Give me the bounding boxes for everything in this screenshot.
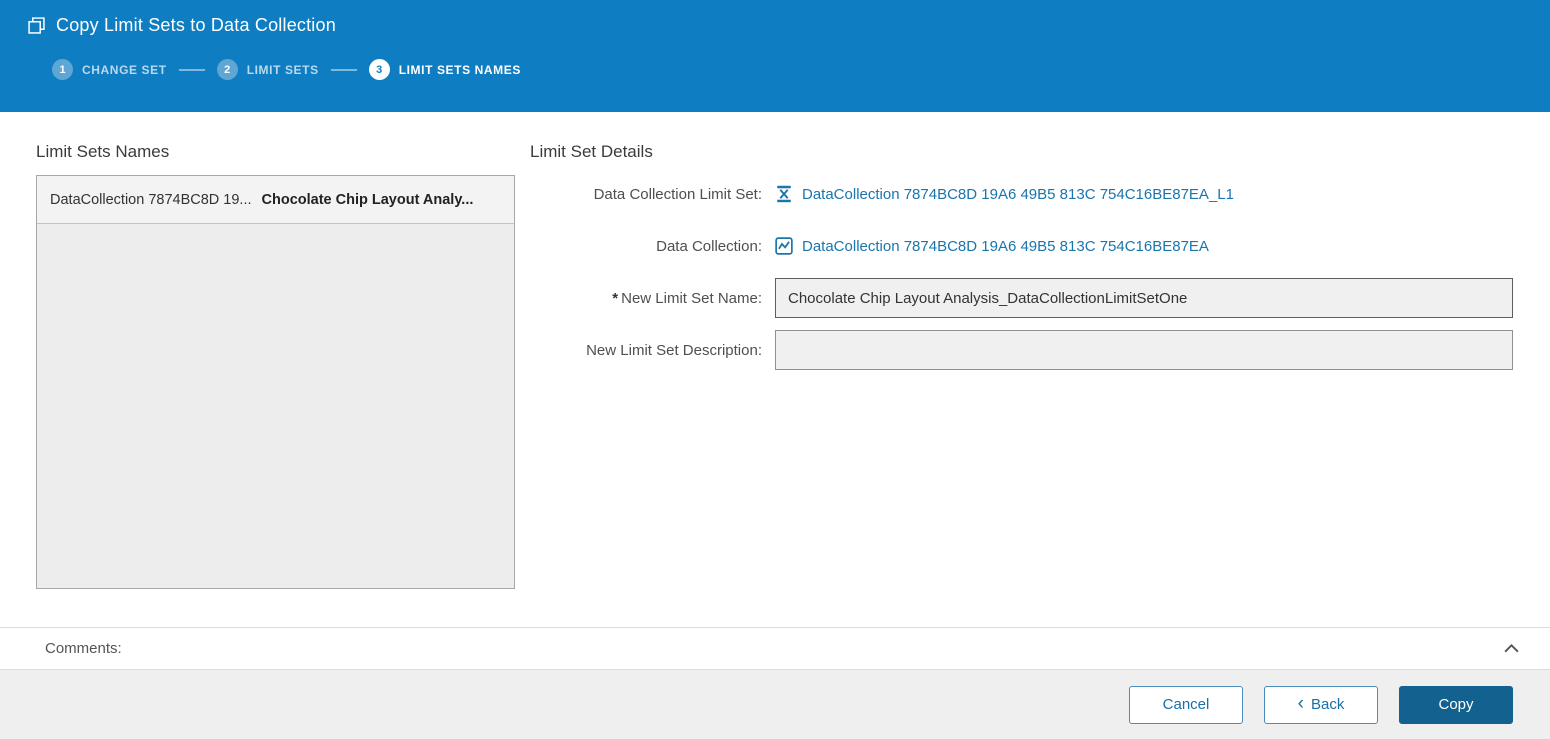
wizard-step-limit-sets[interactable]: 2 LIMIT SETS	[217, 59, 319, 80]
data-collection-icon	[775, 237, 793, 255]
step-3-circle: 3	[369, 59, 390, 80]
data-collection-limit-set-value: DataCollection 7874BC8D 19A6 49B5 813C 7…	[775, 185, 1513, 203]
data-collection-label: Data Collection:	[530, 238, 775, 255]
cancel-button-label: Cancel	[1163, 696, 1210, 713]
new-limit-set-name-label-text: New Limit Set Name:	[621, 290, 762, 307]
data-collection-limit-set-row: Data Collection Limit Set: DataCollectio…	[530, 168, 1513, 220]
dialog-footer: Cancel ‹ Back Copy	[0, 670, 1550, 739]
limit-set-details-form: Data Collection Limit Set: DataCollectio…	[530, 168, 1513, 376]
step-1-circle: 1	[52, 59, 73, 80]
limit-sets-names-panel: Limit Sets Names DataCollection 7874BC8D…	[36, 142, 515, 589]
step-connector	[179, 69, 205, 71]
data-collection-link[interactable]: DataCollection 7874BC8D 19A6 49B5 813C 7…	[802, 238, 1209, 255]
copy-button-label: Copy	[1438, 696, 1473, 713]
new-limit-set-description-row: New Limit Set Description:	[530, 324, 1513, 376]
limit-set-icon	[775, 185, 793, 203]
new-limit-set-name-input[interactable]	[775, 278, 1513, 318]
dialog-header: Copy Limit Sets to Data Collection 1 CHA…	[0, 0, 1550, 112]
list-item-limit-set: Chocolate Chip Layout Analy...	[262, 192, 474, 208]
wizard-steps: 1 CHANGE SET 2 LIMIT SETS 3 LIMIT SETS N…	[52, 59, 1550, 80]
copy-button[interactable]: Copy	[1399, 686, 1513, 724]
chevron-left-icon: ‹	[1298, 694, 1304, 713]
limit-sets-names-title: Limit Sets Names	[36, 142, 515, 162]
new-limit-set-description-input[interactable]	[775, 330, 1513, 370]
step-3-label: LIMIT SETS NAMES	[399, 63, 521, 77]
chevron-up-icon[interactable]	[1499, 641, 1524, 656]
list-item-data-collection: DataCollection 7874BC8D 19...	[50, 192, 252, 208]
comments-bar[interactable]: Comments:	[0, 627, 1550, 670]
new-limit-set-description-label: New Limit Set Description:	[530, 342, 775, 359]
data-collection-value: DataCollection 7874BC8D 19A6 49B5 813C 7…	[775, 237, 1513, 255]
wizard-step-change-set[interactable]: 1 CHANGE SET	[52, 59, 167, 80]
new-limit-set-name-label: *New Limit Set Name:	[530, 290, 775, 307]
title-row: Copy Limit Sets to Data Collection	[0, 0, 1550, 36]
back-button-label: Back	[1311, 696, 1344, 713]
dialog-body: Limit Sets Names DataCollection 7874BC8D…	[0, 112, 1550, 627]
back-button[interactable]: ‹ Back	[1264, 686, 1378, 724]
limit-sets-names-list[interactable]: DataCollection 7874BC8D 19... Chocolate …	[36, 175, 515, 589]
new-limit-set-name-value	[775, 278, 1513, 318]
limit-set-details-panel: Limit Set Details Data Collection Limit …	[530, 142, 1513, 376]
copy-limit-sets-dialog: Copy Limit Sets to Data Collection 1 CHA…	[0, 0, 1550, 739]
data-collection-row: Data Collection: DataCollection 7874BC8D…	[530, 220, 1513, 272]
copy-icon	[28, 17, 45, 34]
comments-label: Comments:	[45, 640, 122, 657]
cancel-button[interactable]: Cancel	[1129, 686, 1243, 724]
wizard-step-limit-sets-names[interactable]: 3 LIMIT SETS NAMES	[369, 59, 521, 80]
step-connector	[331, 69, 357, 71]
required-marker: *	[612, 290, 618, 307]
new-limit-set-name-row: *New Limit Set Name:	[530, 272, 1513, 324]
step-2-label: LIMIT SETS	[247, 63, 319, 77]
new-limit-set-description-value	[775, 330, 1513, 370]
dialog-title: Copy Limit Sets to Data Collection	[56, 15, 336, 36]
step-2-circle: 2	[217, 59, 238, 80]
limit-set-details-title: Limit Set Details	[530, 142, 1513, 162]
data-collection-limit-set-link[interactable]: DataCollection 7874BC8D 19A6 49B5 813C 7…	[802, 186, 1234, 203]
list-item[interactable]: DataCollection 7874BC8D 19... Chocolate …	[37, 176, 514, 224]
data-collection-limit-set-label: Data Collection Limit Set:	[530, 186, 775, 203]
step-1-label: CHANGE SET	[82, 63, 167, 77]
